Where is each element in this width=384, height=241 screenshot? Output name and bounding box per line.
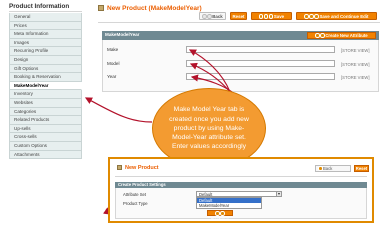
save-icon-3 xyxy=(268,14,274,19)
attribute-set-label: Attribute Set xyxy=(123,192,147,197)
save-button[interactable]: Save xyxy=(251,12,292,20)
make-label: Make xyxy=(107,47,119,52)
chevron-down-icon: ▼ xyxy=(276,191,281,196)
save-button-label: Save xyxy=(273,14,285,19)
create-attribute-icon xyxy=(315,33,320,38)
sidebar-item-attachments[interactable]: Attachments xyxy=(9,150,82,160)
reset-button[interactable]: Reset xyxy=(230,12,247,20)
sidebar-item-meta-information[interactable]: Meta Information xyxy=(9,30,82,39)
sidebar-item-custom-options[interactable]: Custom Options xyxy=(9,142,82,151)
inset-reset-label: Reset xyxy=(355,166,368,171)
model-store-view: [STORE VIEW] xyxy=(341,61,370,67)
sidebar-item-design[interactable]: Design xyxy=(9,56,82,65)
continue-icon xyxy=(215,211,220,216)
save-and-continue-button[interactable]: Save and Continue Edit xyxy=(296,12,377,20)
page-title-text: New Product (MakeModelYear) xyxy=(107,5,202,12)
sidebar-item-websites[interactable]: Websites xyxy=(9,99,82,108)
sidebar-item-prices[interactable]: Prices xyxy=(9,21,82,31)
create-new-attribute-button[interactable]: Create New Attribute xyxy=(307,32,376,39)
reset-button-label: Reset xyxy=(232,14,245,19)
back-arrow-icon xyxy=(202,14,207,19)
inset-back-arrow-icon xyxy=(318,166,323,171)
continue-button[interactable]: Continue xyxy=(207,210,233,222)
attribute-set-options: Default MakeModelYear xyxy=(196,196,262,209)
year-store-view: [STORE VIEW] xyxy=(341,74,370,80)
back-button[interactable]: Back xyxy=(199,12,226,20)
sidebar-item-up-sells[interactable]: Up-sells xyxy=(9,124,82,134)
create-new-attribute-label: Create New Attribute xyxy=(325,33,368,38)
make-field[interactable] xyxy=(186,46,335,53)
inset-back-label: Back xyxy=(323,166,333,171)
sidebar-item-related-products[interactable]: Related Products xyxy=(9,116,82,125)
save-continue-icon-2 xyxy=(309,14,314,19)
sidebar-item-cross-sells[interactable]: Cross-sells xyxy=(9,133,82,142)
model-label: Model xyxy=(107,61,120,66)
sidebar-item-general[interactable]: General xyxy=(9,13,82,22)
continue-icon-2 xyxy=(220,211,225,216)
inset-back-button[interactable]: Back xyxy=(315,165,351,172)
make-store-view: [STORE VIEW] xyxy=(341,47,370,53)
product-icon xyxy=(98,5,104,11)
save-continue-icon xyxy=(304,14,309,19)
save-icon xyxy=(258,14,264,19)
inset-title: New Product xyxy=(117,165,159,171)
save-icon-2 xyxy=(263,14,269,19)
option-makemodelyear[interactable]: MakeModelYear xyxy=(197,203,261,208)
save-and-continue-label: Save and Continue Edit xyxy=(319,14,369,19)
inset-title-text: New Product xyxy=(125,165,159,171)
year-label: Year xyxy=(107,74,117,79)
continue-label: Continue xyxy=(210,217,230,222)
back-button-label: Back xyxy=(212,14,223,19)
sidebar-title: Product Information xyxy=(9,2,82,12)
inset-divider xyxy=(115,176,367,177)
new-product-inset: New Product Back Reset Create Product Se… xyxy=(108,157,374,223)
page-title: New Product (MakeModelYear) xyxy=(98,5,202,12)
inset-product-icon xyxy=(117,165,122,170)
arrow-to-sidebar-tab xyxy=(84,97,153,123)
header-divider xyxy=(98,22,380,23)
sidebar-item-gift-options[interactable]: Gift Options xyxy=(9,64,82,74)
product-type-label: Product Type xyxy=(123,201,148,206)
sidebar-item-booking-reservation[interactable]: Booking & Reservation xyxy=(9,73,82,82)
sidebar-item-makemodelyear[interactable]: MakeModelYear xyxy=(9,81,82,91)
inset-reset-button[interactable]: Reset xyxy=(354,165,369,172)
model-field[interactable] xyxy=(186,60,335,67)
sidebar-item-categories[interactable]: Categories xyxy=(9,107,82,117)
callout-text: Make Model Year tab is created once you … xyxy=(169,106,249,151)
product-information-sidebar: Product Information General Prices Meta … xyxy=(9,2,82,230)
sidebar-item-images[interactable]: Images xyxy=(9,38,82,48)
create-product-settings-title: Create Product Settings xyxy=(118,182,166,187)
year-field[interactable] xyxy=(186,73,335,80)
sidebar-item-inventory[interactable]: Inventory xyxy=(9,90,82,99)
fieldset-title: MakeModelYear xyxy=(105,32,140,37)
sidebar-item-recurring-profile[interactable]: Recurring Profile xyxy=(9,47,82,56)
